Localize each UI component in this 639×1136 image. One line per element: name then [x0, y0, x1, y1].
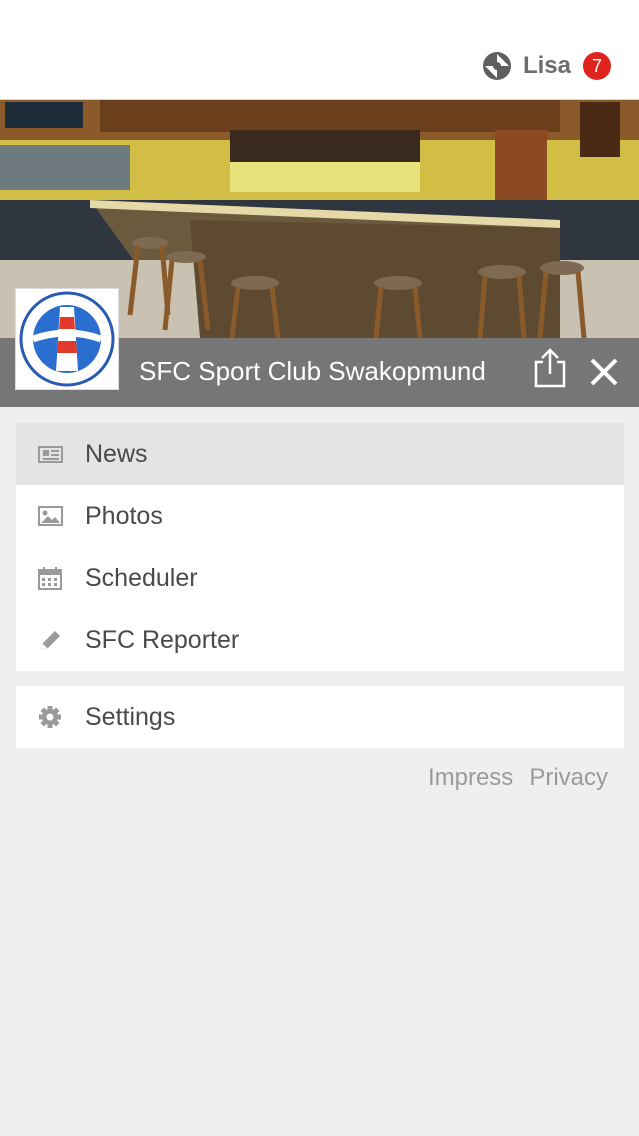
impress-link[interactable]: Impress — [428, 764, 513, 792]
main-menu: News Photos Scheduler SFC Reporter — [16, 423, 624, 671]
gear-icon — [39, 706, 61, 728]
newspaper-icon — [38, 446, 63, 463]
pencil-icon — [41, 631, 60, 650]
user-name[interactable]: Lisa — [523, 52, 571, 80]
app-logo-icon — [482, 52, 511, 80]
menu-item-label: News — [85, 439, 148, 468]
menu-item-photos[interactable]: Photos — [16, 485, 624, 547]
menu-item-label: Settings — [85, 702, 176, 731]
menu-item-news[interactable]: News — [16, 423, 624, 485]
notification-badge[interactable]: 7 — [583, 52, 611, 80]
share-icon[interactable] — [532, 348, 568, 388]
calendar-icon — [38, 567, 62, 590]
close-icon[interactable] — [588, 356, 620, 388]
club-name: SFC Sport Club Swakopmund — [139, 356, 486, 386]
settings-menu: Settings — [16, 686, 624, 748]
menu-item-label: Photos — [85, 501, 163, 530]
menu-item-label: Scheduler — [85, 563, 198, 592]
user-menu[interactable]: Lisa 7 — [482, 47, 611, 85]
privacy-link[interactable]: Privacy — [529, 764, 608, 792]
top-bar: Lisa 7 — [0, 0, 639, 100]
menu-item-scheduler[interactable]: Scheduler — [16, 547, 624, 609]
menu-item-label: SFC Reporter — [85, 625, 240, 654]
menu-item-sfc-reporter[interactable]: SFC Reporter — [16, 609, 624, 671]
photo-icon — [38, 506, 63, 526]
club-logo — [15, 288, 119, 390]
footer-links: Impress Privacy — [428, 764, 608, 792]
menu-item-settings[interactable]: Settings — [16, 686, 624, 748]
